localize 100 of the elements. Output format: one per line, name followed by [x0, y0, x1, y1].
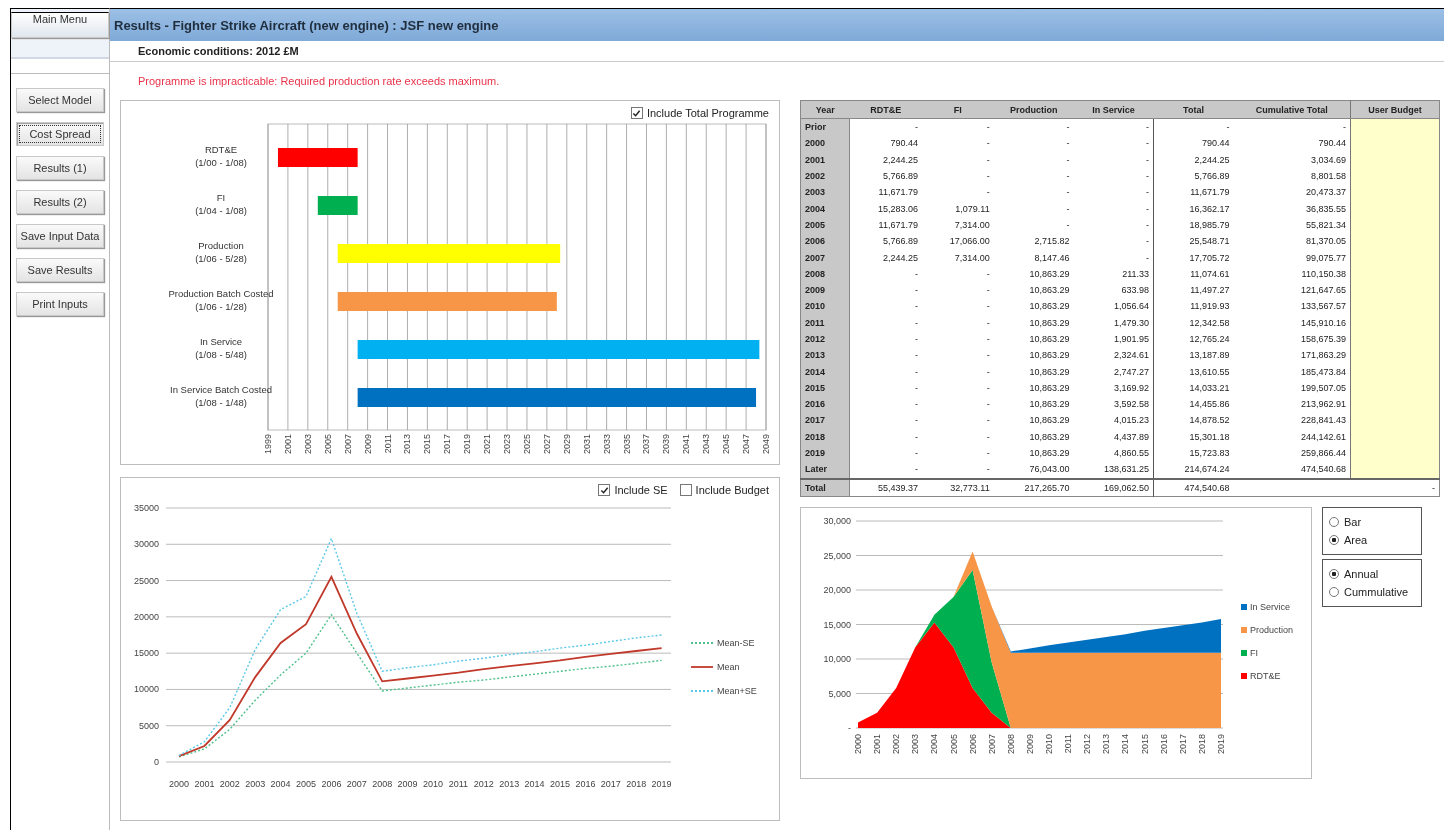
table-cell: -	[1073, 167, 1154, 185]
table-cell: -	[1073, 184, 1154, 201]
sidebar-button[interactable]: Select Model	[16, 88, 104, 112]
economic-conditions-text: Economic conditions: 2012 £M	[138, 45, 299, 57]
x-axis-label: 2015	[1139, 733, 1150, 754]
budget-cell[interactable]	[1350, 461, 1440, 479]
x-axis-label: 2008	[1005, 733, 1016, 754]
table-cell-text: -	[985, 316, 991, 330]
row-header: Later	[800, 461, 850, 479]
table-cell-text: -	[985, 430, 991, 444]
x-axis-label: 2003	[245, 779, 266, 789]
table-cell-text: -	[1065, 137, 1071, 151]
table-cell-text: -	[985, 447, 991, 461]
table-cell: -	[849, 379, 922, 397]
check-icon	[632, 108, 642, 118]
radio-button[interactable]: Cummulative	[1329, 585, 1415, 598]
row-header: 2000	[800, 135, 850, 152]
table-cell: 15,283.06	[849, 200, 922, 217]
table-cell-text: -	[985, 300, 991, 314]
table-cell: 790.44	[1233, 135, 1351, 152]
radio-button[interactable]: Annual	[1329, 567, 1415, 580]
table-cell: 11,671.79	[849, 216, 922, 234]
task-label: Production	[198, 240, 244, 251]
task-label: In Service Batch Costed	[170, 384, 272, 395]
x-axis-label: 2009	[1024, 733, 1035, 754]
radio-button[interactable]: Area	[1329, 533, 1415, 546]
axis-label: 2029	[561, 434, 572, 455]
axis-label: 2015	[422, 434, 433, 455]
table-cell: 169,062.50	[1073, 478, 1154, 497]
axis-label: 1999	[263, 434, 273, 455]
table-cell: 8,801.58	[1233, 167, 1351, 185]
table-cell: -	[849, 347, 922, 364]
axis-label: 2045	[721, 434, 732, 455]
task-range: (1/00 - 1/08)	[195, 157, 247, 168]
task-range: (1/06 - 5/28)	[195, 253, 247, 264]
y-axis-label: 15000	[133, 648, 159, 659]
row-header: 2013	[800, 347, 850, 364]
table-cell: 244,142.61	[1233, 428, 1351, 445]
table-cell: 3,034.69	[1233, 151, 1351, 168]
row-header: 2017	[800, 412, 850, 429]
table-cell: 121,647.65	[1233, 281, 1351, 299]
sidebar-button[interactable]: Cost Spread	[16, 122, 104, 146]
radio-button[interactable]: Bar	[1329, 515, 1415, 528]
y-axis-label: -	[848, 722, 851, 733]
table-cell-text: 10,863.29	[1028, 381, 1071, 395]
table-cell: -	[849, 281, 922, 299]
y-axis-label: 25,000	[823, 550, 851, 561]
row-header: 2003	[800, 184, 850, 201]
table-cell: 20,473.37	[1233, 184, 1351, 201]
table-cell-text: -	[985, 398, 991, 412]
table-cell: 1,901.95	[1073, 330, 1154, 348]
y-axis-label: 25000	[133, 575, 159, 586]
table-cell: 228,841.43	[1233, 412, 1351, 429]
y-axis-label: 10000	[133, 684, 159, 695]
sidebar-button[interactable]: Save Results	[16, 258, 104, 282]
table-cell-text: 8,147.46	[1033, 251, 1071, 265]
task-range: (1/04 - 1/08)	[195, 205, 247, 216]
table-cell: 11,919.93	[1153, 298, 1234, 315]
table-cell: 259,866.44	[1233, 444, 1351, 462]
x-axis-label: 2016	[575, 779, 596, 789]
sidebar-button[interactable]: Results (1)	[16, 156, 104, 180]
x-axis-label: 2017	[600, 779, 621, 789]
sidebar-button[interactable]: Results (2)	[16, 190, 104, 214]
table-cell: 13,187.89	[1153, 347, 1234, 364]
legend-label: FI	[1250, 647, 1258, 658]
table-cell: 217,265.70	[993, 478, 1074, 497]
sidebar-button[interactable]: Print Inputs	[16, 292, 104, 316]
table-cell: -	[849, 412, 922, 429]
option-checkbox[interactable]: Include SE	[598, 483, 668, 497]
table-cell: 15,723.83	[1153, 444, 1234, 462]
option-checkbox[interactable]: Include Budget	[679, 483, 769, 497]
axis-label: 2023	[502, 434, 513, 455]
table-cell: -	[849, 444, 922, 462]
table-cell-text: 10,863.29	[1028, 414, 1071, 428]
y-axis-label: 30000	[133, 539, 159, 550]
column-header: In Service	[1073, 100, 1154, 119]
column-header: User Budget	[1350, 100, 1440, 119]
x-axis-label: 2009	[397, 779, 418, 789]
main-menu-button[interactable]: Main Menu	[11, 12, 109, 38]
x-axis-label: 2001	[194, 779, 215, 789]
table-cell-text: 10,863.29	[1028, 430, 1071, 444]
table-cell-text: -	[1065, 170, 1071, 184]
task-label: Production Batch Costed	[168, 288, 274, 299]
include-total-programme-checkbox[interactable]: Include Total Programme	[630, 106, 769, 120]
sidebar-button[interactable]: Save Input Data	[16, 224, 104, 248]
legend-label: In Service	[1250, 601, 1291, 612]
table-cell-text: 10,863.29	[1028, 398, 1071, 412]
axis-label: 2019	[462, 434, 473, 455]
table-cell: 18,985.79	[1153, 216, 1234, 234]
table-cell-text: -	[985, 414, 991, 428]
axis-label: 2027	[541, 434, 552, 455]
table-cell: 55,821.34	[1233, 216, 1351, 234]
y-axis-label: 5,000	[828, 688, 851, 699]
table-cell-text: -	[1065, 202, 1071, 216]
x-axis-label: 2010	[1044, 733, 1055, 754]
table-cell: 2,244.25	[849, 249, 922, 266]
x-axis-label: 2000	[169, 779, 189, 789]
table-cell: 145,910.16	[1233, 314, 1351, 331]
legend-swatch	[1241, 672, 1247, 679]
legend-swatch	[1241, 626, 1247, 633]
